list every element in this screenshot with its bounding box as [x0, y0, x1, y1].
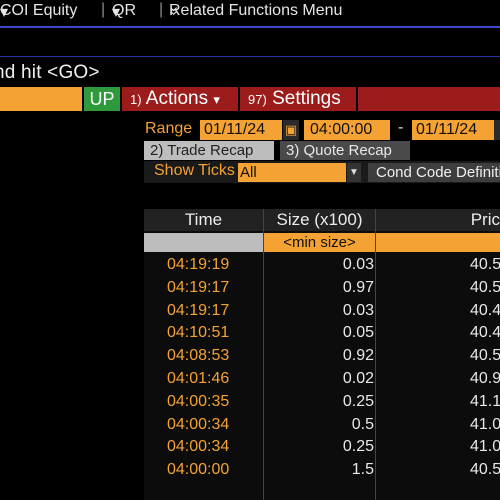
- chevron-down-icon: ▾: [0, 4, 9, 21]
- table-row[interactable]: 04:00:34 0.5 41.0: [144, 414, 500, 437]
- time-cell: 04:19:19: [167, 256, 230, 273]
- actions-label: Actions: [145, 88, 209, 109]
- table-row[interactable]: 04:01:46 0.02 40.9: [144, 368, 500, 391]
- table-row[interactable]: 04:00:00 1.5 40.5: [144, 459, 500, 482]
- time-filter-input[interactable]: [144, 233, 263, 252]
- price-cell: 40.5: [470, 347, 500, 365]
- time-cell: 04:08:53: [167, 347, 230, 365]
- table-row[interactable]: 04:19:17 0.97 40.5: [144, 277, 500, 300]
- time-cell: 04:00:00: [167, 461, 230, 479]
- column-header-size[interactable]: Size (x100): [264, 209, 375, 231]
- price-cell: 40.4: [470, 301, 500, 319]
- chevron-down-icon: ▾: [112, 4, 121, 21]
- time-cell: 04:00:34: [167, 415, 230, 433]
- price-cell: 40.5: [470, 256, 500, 273]
- header-divider: [0, 26, 500, 28]
- cond-code-definitions-button[interactable]: Cond Code Definiti: [368, 163, 500, 182]
- size-cell: 0.03: [342, 301, 374, 319]
- settings-label: Settings: [272, 88, 341, 109]
- calendar-icon[interactable]: ▣: [283, 120, 299, 140]
- start-date-input[interactable]: 01/11/24: [200, 120, 282, 140]
- price-cell: 41.1: [470, 392, 500, 410]
- size-cell: 0.03: [342, 256, 374, 273]
- price-filter-input[interactable]: [376, 233, 500, 252]
- show-ticks-select[interactable]: All: [238, 163, 346, 182]
- security-label: COI Equity: [0, 2, 78, 19]
- price-cell: 41.0: [470, 438, 500, 456]
- size-cell: 0.97: [342, 278, 374, 296]
- time-cell: 04:01:46: [167, 369, 230, 387]
- price-cell: 40.5: [470, 461, 500, 479]
- column-header-time[interactable]: Time: [144, 209, 263, 231]
- show-ticks-label: Show Ticks: [154, 162, 235, 179]
- price-cell: 40.4: [470, 324, 500, 342]
- size-cell: 0.5: [351, 415, 374, 433]
- price-cell: 40.5: [470, 278, 500, 296]
- chevron-down-icon[interactable]: ▼: [347, 163, 361, 182]
- size-cell: 0.05: [342, 324, 374, 342]
- double-chevron-down-icon: »: [165, 6, 183, 16]
- size-cell: 1.5: [351, 461, 374, 479]
- tab-quote-recap[interactable]: 3) Quote Recap: [280, 141, 410, 160]
- table-body: 04:19:19 0.03 40.5 04:19:17 0.97 40.5 04:19:…: [144, 254, 500, 482]
- actions-number: 1): [130, 92, 142, 107]
- price-cell: 40.9: [470, 369, 500, 387]
- size-cell: 0.25: [342, 392, 374, 410]
- range-separator: -: [398, 119, 404, 136]
- time-cell: 04:00:34: [167, 438, 230, 456]
- start-time-input[interactable]: 04:00:00: [304, 120, 390, 140]
- table-row[interactable]: 04:10:51 0.05 40.4: [144, 322, 500, 345]
- size-cell: 0.25: [342, 438, 374, 456]
- actions-button[interactable]: 1) Actions ▾: [122, 87, 238, 111]
- related-functions-label: Related Functions Menu: [169, 2, 343, 19]
- end-date-input[interactable]: 01/11/24: [412, 120, 494, 140]
- table-row[interactable]: 04:19:19 0.03 40.5: [144, 254, 500, 277]
- size-cell: 0.92: [342, 347, 374, 365]
- menu-divider: |: [159, 1, 164, 18]
- size-filter-input[interactable]: <min size>: [264, 233, 375, 252]
- toolbar-filler: [358, 87, 500, 111]
- settings-number: 97): [248, 92, 267, 107]
- menu-divider: |: [101, 1, 106, 18]
- tab-trade-recap[interactable]: 2) Trade Recap: [144, 141, 274, 160]
- up-button[interactable]: UP: [84, 87, 120, 111]
- time-cell: 04:00:35: [167, 392, 230, 410]
- table-row[interactable]: 04:08:53 0.92 40.5: [144, 345, 500, 368]
- calendar-icon[interactable]: [494, 120, 500, 140]
- command-prompt: nd hit <GO>: [0, 62, 100, 83]
- table-row[interactable]: 04:19:17 0.03 40.4: [144, 300, 500, 323]
- table-row[interactable]: 04:00:34 0.25 41.0: [144, 436, 500, 459]
- price-cell: 41.0: [470, 415, 500, 433]
- command-divider: [0, 56, 500, 57]
- column-header-price[interactable]: Pric: [376, 209, 500, 231]
- settings-button[interactable]: 97) Settings: [240, 87, 356, 111]
- time-cell: 04:19:17: [167, 278, 230, 296]
- menu-bar: COI Equity ▾ | QR ▾ | Related Functions …: [0, 0, 500, 22]
- range-label: Range: [145, 120, 193, 137]
- size-cell: 0.02: [342, 369, 374, 387]
- table-row[interactable]: 04:00:35 0.25 41.1: [144, 391, 500, 414]
- command-input[interactable]: [0, 87, 82, 111]
- chevron-down-icon: ▾: [213, 92, 220, 107]
- time-cell: 04:19:17: [167, 301, 230, 319]
- time-cell: 04:10:51: [167, 324, 230, 342]
